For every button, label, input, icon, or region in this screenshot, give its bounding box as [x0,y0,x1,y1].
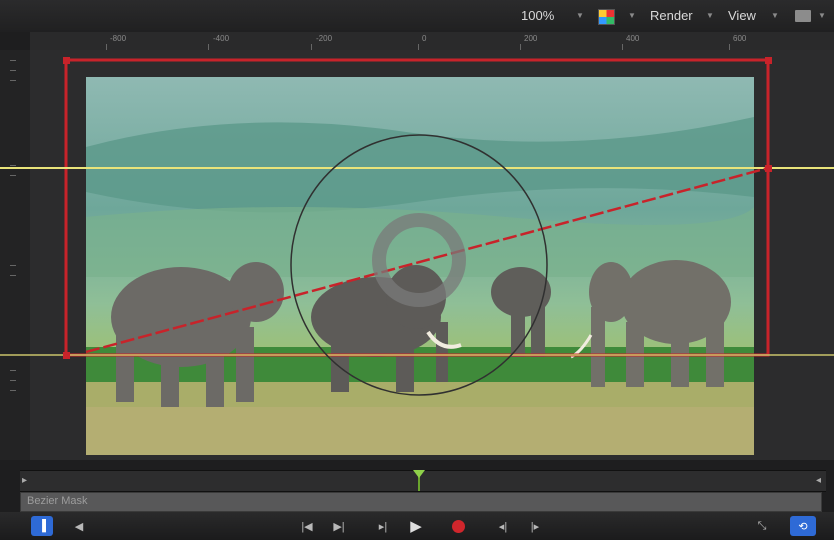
mini-timeline[interactable]: ▸ ◂ [20,470,826,492]
loop-icon[interactable]: ⟲ [790,516,816,536]
channel-color-icon[interactable] [598,9,615,25]
ruler-label: -200 [316,34,333,43]
layers-toggle-icon[interactable]: ▐ [31,516,53,536]
horizontal-ruler: -800 -400 -200 0 200 400 600 [30,32,834,51]
layout-dropdown-arrow-icon[interactable]: ▼ [818,9,826,23]
render-menu[interactable]: Render [650,8,693,24]
ruler-label: -400 [213,34,230,43]
zoom-dropdown-arrow-icon[interactable]: ▼ [576,9,584,23]
track-label: Bezier Mask [27,495,88,507]
go-to-start-icon[interactable]: |◀ [296,517,318,535]
timeline-track[interactable]: Bezier Mask [20,492,822,512]
render-dropdown-arrow-icon[interactable]: ▼ [706,9,714,23]
ruler-label: -800 [110,34,127,43]
playhead-handle-icon[interactable] [413,470,425,478]
go-to-end-icon[interactable]: ▶| [328,517,350,535]
zoom-level[interactable]: 100% [521,8,554,24]
view-dropdown-arrow-icon[interactable]: ▼ [771,9,779,23]
ruler-label: 600 [733,34,747,43]
elephant-photo [86,77,754,455]
out-point-icon[interactable]: ◂ [816,475,821,486]
ruler-label: 0 [422,34,427,43]
vertical-ruler [0,50,30,460]
ruler-label: 200 [524,34,538,43]
record-icon[interactable] [445,517,471,535]
step-back-icon[interactable]: ▸| [372,517,394,535]
play-icon[interactable]: ▶ [404,517,428,535]
view-menu[interactable]: View [728,8,756,24]
prev-keyframe-icon[interactable]: ◂| [492,517,514,535]
ruler-label: 400 [626,34,640,43]
layout-icon[interactable] [795,10,811,22]
canvas-toolbar: 100% ▼ ▼ Render ▼ View ▼ ▼ [0,0,834,32]
audio-icon[interactable]: ◀ [70,517,88,535]
in-point-icon[interactable]: ▸ [22,475,27,486]
fullscreen-icon[interactable]: ⤡ [752,517,772,535]
transport-bar: ▐ ◀ |◀ ▶| ▸| ▶ ◂| |▸ ⤡ ⟲ [0,512,834,540]
channel-dropdown-arrow-icon[interactable]: ▼ [628,9,636,23]
next-keyframe-icon[interactable]: |▸ [524,517,546,535]
